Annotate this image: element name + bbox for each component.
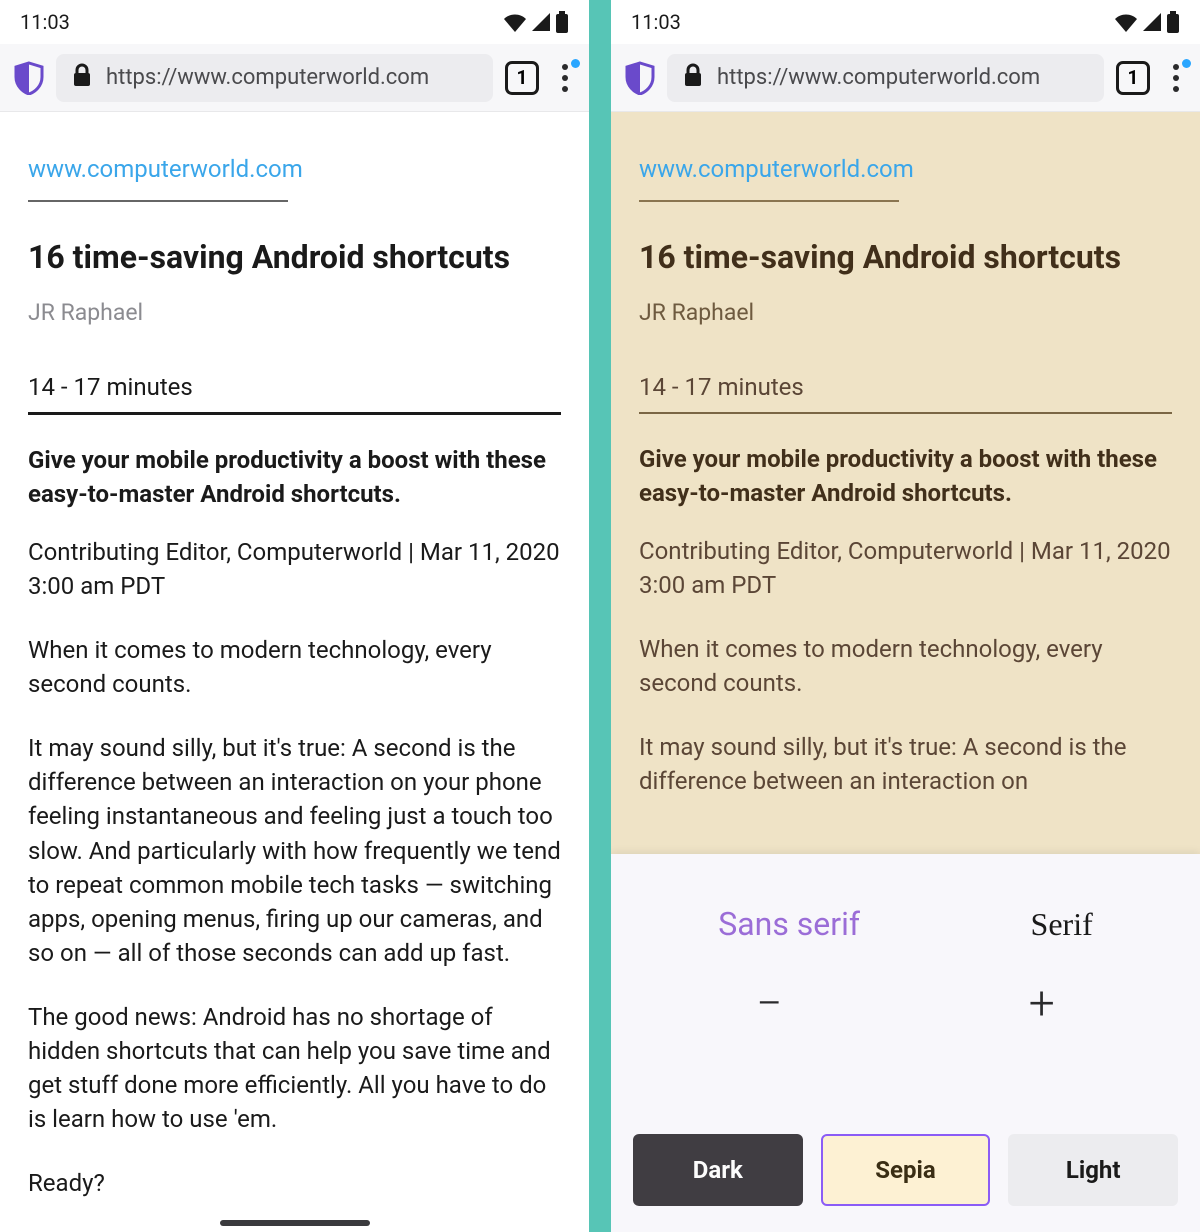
tab-count-value: 1 [1128, 66, 1139, 89]
theme-light-button[interactable]: Light [1008, 1134, 1178, 1206]
theme-label: Dark [693, 1156, 743, 1184]
article-subhead: Give your mobile productivity a boost wi… [28, 443, 561, 511]
url-text: https://www.computerworld.com [717, 65, 1040, 90]
cellular-icon [531, 12, 551, 32]
article-paragraph: When it comes to modern technology, ever… [28, 633, 561, 701]
cellular-icon [1142, 12, 1162, 32]
url-bar[interactable]: https://www.computerworld.com [667, 54, 1104, 102]
article-title: 16 time-saving Android shortcuts [28, 238, 561, 277]
divider [639, 200, 899, 202]
shield-icon[interactable] [14, 61, 44, 95]
theme-label: Light [1066, 1156, 1121, 1184]
shield-icon[interactable] [625, 61, 655, 95]
url-bar[interactable]: https://www.computerworld.com [56, 54, 493, 102]
article-meta: Contributing Editor, Computerworld | Mar… [639, 534, 1172, 602]
menu-button[interactable] [1162, 60, 1190, 96]
status-icons [503, 11, 569, 33]
article-meta: Contributing Editor, Computerworld | Mar… [28, 535, 561, 603]
font-sans-serif-button[interactable]: Sans serif [718, 905, 860, 943]
read-time: 14 - 17 minutes [639, 370, 1172, 404]
increase-font-button[interactable]: + [1029, 981, 1055, 1027]
article-paragraph: It may sound silly, but it's true: A sec… [28, 731, 561, 970]
article-paragraph: The good news: Android has no shortage o… [28, 1000, 561, 1136]
wifi-icon [1114, 12, 1138, 32]
lock-icon [72, 63, 92, 93]
theme-label: Sepia [875, 1156, 935, 1184]
battery-icon [1166, 11, 1180, 33]
read-time: 14 - 17 minutes [28, 370, 561, 404]
status-time: 11:03 [631, 10, 681, 34]
menu-button[interactable] [551, 60, 579, 96]
browser-toolbar: https://www.computerworld.com 1 [0, 44, 589, 112]
tab-count-value: 1 [517, 66, 528, 89]
decrease-font-button[interactable]: − [756, 981, 782, 1027]
article-author: JR Raphael [28, 297, 561, 330]
site-link[interactable]: www.computerworld.com [639, 152, 1172, 186]
font-size-row: − + [633, 964, 1178, 1044]
font-family-row: Sans serif Serif [633, 884, 1178, 964]
theme-row: Dark Sepia Light [633, 1134, 1178, 1206]
lock-icon [683, 63, 703, 93]
article-subhead: Give your mobile productivity a boost wi… [639, 442, 1172, 510]
status-bar: 11:03 [0, 0, 589, 44]
home-indicator[interactable] [220, 1220, 370, 1226]
browser-toolbar: https://www.computerworld.com 1 [611, 44, 1200, 112]
battery-icon [555, 11, 569, 33]
theme-sepia-button[interactable]: Sepia [821, 1134, 991, 1206]
phone-screenshot-light: 11:03 https://www.computerworld.com 1 [0, 0, 589, 1232]
article-author: JR Raphael [639, 297, 1172, 330]
reader-controls-panel: Sans serif Serif − + Dark Sepia Light [611, 854, 1200, 1232]
url-text: https://www.computerworld.com [106, 65, 429, 90]
status-time: 11:03 [20, 10, 70, 34]
tab-counter[interactable]: 1 [1116, 61, 1150, 95]
notification-dot-icon [571, 59, 580, 68]
article-title: 16 time-saving Android shortcuts [639, 238, 1172, 277]
article-paragraph: Ready? [28, 1166, 561, 1200]
reader-view[interactable]: www.computerworld.com 16 time-saving And… [0, 112, 589, 1232]
divider [28, 412, 561, 415]
tab-counter[interactable]: 1 [505, 61, 539, 95]
divider [639, 412, 1172, 414]
status-bar: 11:03 [611, 0, 1200, 44]
article-paragraph: It may sound silly, but it's true: A sec… [639, 730, 1172, 798]
wifi-icon [503, 12, 527, 32]
status-icons [1114, 11, 1180, 33]
notification-dot-icon [1182, 59, 1191, 68]
article-paragraph: When it comes to modern technology, ever… [639, 632, 1172, 700]
divider [28, 200, 288, 202]
font-serif-button[interactable]: Serif [1031, 906, 1093, 943]
theme-dark-button[interactable]: Dark [633, 1134, 803, 1206]
phone-screenshot-sepia: 11:03 https://www.computerworld.com 1 [611, 0, 1200, 1232]
site-link[interactable]: www.computerworld.com [28, 152, 561, 186]
